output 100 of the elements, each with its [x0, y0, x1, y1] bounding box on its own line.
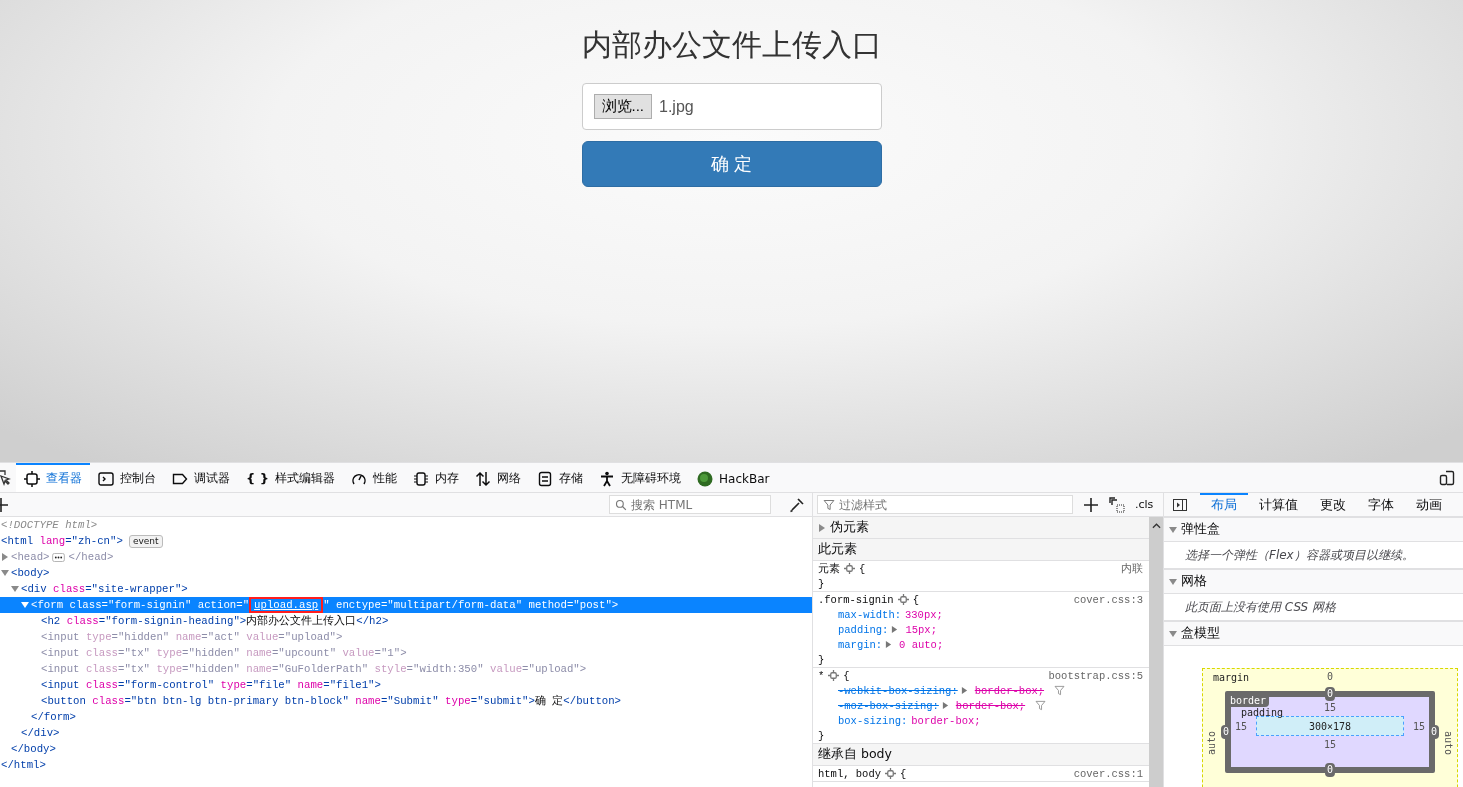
section-title[interactable]: 伪元素 [830, 519, 869, 536]
devtools-tab[interactable]: 网络 [467, 463, 530, 492]
devtools-tab[interactable]: 内存 [405, 463, 468, 492]
sidebar-tab[interactable]: 计算值 [1248, 493, 1309, 516]
box-value[interactable]: 15 [1323, 739, 1336, 750]
box-label: margin [1213, 672, 1250, 683]
add-rule-icon[interactable] [1083, 496, 1099, 513]
tree-row[interactable]: <button class="btn btn-lg btn-primary btn-block" name="Submit" type="submit">确 定</button> [0, 693, 812, 709]
sidebar-tab[interactable]: 更改 [1309, 493, 1357, 516]
element-picker-icon[interactable] [0, 469, 11, 486]
box-value[interactable]: 0 [1221, 725, 1232, 739]
dock-icon[interactable] [1439, 469, 1455, 486]
sidebar-toggle-icon[interactable] [1172, 496, 1188, 513]
section-title: 继承自 body [818, 746, 892, 763]
twisty-icon[interactable] [1169, 577, 1177, 586]
file-input[interactable]: 浏览... 1.jpg [581, 83, 882, 130]
property-name[interactable]: -moz-box-sizing: [838, 699, 939, 712]
twisty-icon[interactable] [818, 523, 826, 532]
property-name[interactable]: -webkit-box-sizing: [838, 684, 958, 697]
devtools-tab[interactable]: 性能 [343, 463, 406, 492]
gear-icon[interactable] [844, 563, 855, 574]
tree-row[interactable]: <body> [0, 565, 812, 581]
expand-icon[interactable] [891, 626, 899, 633]
class-toggle[interactable]: .cls [1135, 498, 1154, 511]
css-selector: html, body [818, 767, 881, 780]
property-value[interactable]: border-box; [974, 684, 1045, 697]
tree-row[interactable]: <html lang="zh-cn"> event [0, 533, 812, 549]
property-value[interactable]: 330px; [905, 608, 943, 621]
scroll-up-icon[interactable] [1151, 523, 1161, 529]
property-name[interactable]: box-sizing: [838, 714, 908, 727]
tree-row[interactable]: <head> </head> [0, 549, 812, 565]
ellipsis-icon[interactable] [52, 552, 66, 562]
eyedropper-icon[interactable] [789, 496, 805, 513]
box-value[interactable]: 15 [1234, 720, 1247, 732]
tree-row[interactable]: <input class="form-control" type="file" name="file1"> [0, 677, 812, 693]
devtools-tab[interactable]: 存储 [529, 463, 592, 492]
devtools-tab[interactable]: 控制台 [90, 463, 164, 492]
submit-button[interactable]: 确 定 [581, 141, 882, 187]
box-value[interactable]: 0 [1428, 725, 1439, 739]
scrollbar[interactable] [1149, 517, 1163, 787]
terminal-icon [98, 470, 114, 487]
tree-row[interactable]: <!DOCTYPE html> [0, 517, 812, 533]
devtools-tab[interactable]: { } 样式编辑器 [238, 463, 344, 492]
devtools-tab[interactable]: 查看器 [16, 463, 90, 492]
property-name[interactable]: margin: [838, 638, 883, 651]
twisty-icon[interactable] [21, 601, 29, 609]
tree-row[interactable]: <form class="form-signin" action=" upload.asp " enctype="multipart/form-data" method="post"> [0, 597, 812, 613]
expand-icon[interactable] [885, 641, 893, 648]
tree-row[interactable]: <input class="tx" type="hidden" name="GuFolderPath" style="width:350" value="upload"> [0, 661, 812, 677]
link[interactable]: upload.asp [249, 597, 324, 613]
file-name: 1.jpg [659, 97, 694, 116]
event-badge[interactable]: event [128, 534, 163, 548]
property-name[interactable]: padding: [838, 623, 889, 636]
devtools-tab[interactable]: 无障碍环境 [591, 463, 690, 492]
twisty-icon[interactable] [1169, 629, 1177, 638]
box-value[interactable]: 15 [1323, 702, 1336, 713]
expand-icon[interactable] [960, 687, 968, 694]
browse-button[interactable]: 浏览... [593, 94, 652, 119]
filter-field[interactable]: 过滤样式 [817, 495, 1073, 514]
funnel-icon[interactable] [1054, 685, 1066, 696]
property-name[interactable]: max-width: [838, 608, 901, 621]
box-value[interactable]: 0 [1325, 687, 1335, 701]
tree-row[interactable]: <h2 class="form-signin-heading">内部办公文件上传入口</h2> [0, 613, 812, 629]
sidebar-tab[interactable]: 字体 [1357, 493, 1405, 516]
twisty-icon[interactable] [1169, 525, 1177, 534]
expand-icon[interactable] [941, 702, 949, 709]
property-value[interactable]: border-box; [955, 699, 1026, 712]
tree-row[interactable]: <input type="hidden" name="act" value="upload"> [0, 629, 812, 645]
code-line: <button class="btn btn-lg btn-primary btn-block" name="Submit" type="submit">确 定</button> [41, 694, 622, 708]
gear-icon[interactable] [828, 670, 840, 681]
funnel-icon[interactable] [1035, 700, 1047, 711]
box-value[interactable]: auto [1443, 731, 1454, 756]
box-value[interactable]: 15 [1413, 720, 1426, 732]
source-link[interactable]: cover.css:1 [1073, 767, 1143, 780]
box-value[interactable]: auto [1206, 731, 1217, 756]
box-value[interactable]: 0 [1325, 763, 1335, 777]
twisty-icon[interactable] [11, 585, 19, 593]
gear-icon[interactable] [897, 594, 909, 605]
section-title[interactable]: 盒模型 [1181, 625, 1220, 642]
devtools-tab[interactable]: HackBar [689, 463, 778, 492]
box-value[interactable]: 0 [1327, 671, 1333, 682]
tree-row[interactable]: <input class="tx" type="hidden" name="upcount" value="1"> [0, 645, 812, 661]
tree-row[interactable]: <div class="site-wrapper"> [0, 581, 812, 597]
property-value[interactable]: border-box; [911, 714, 981, 727]
property-value[interactable]: 0 auto; [899, 638, 944, 651]
section-title[interactable]: 弹性盒 [1181, 521, 1220, 538]
gear-icon[interactable] [885, 768, 896, 779]
devtools-tab[interactable]: 调试器 [164, 463, 238, 492]
search-field[interactable]: 搜索 HTML [609, 495, 771, 514]
sidebar-tab[interactable]: 动画 [1405, 493, 1453, 516]
source-link[interactable]: 内联 [1121, 561, 1143, 576]
source-link[interactable]: bootstrap.css:5 [1048, 669, 1143, 682]
brace: { [843, 669, 850, 682]
print-simulation-icon[interactable] [1109, 496, 1125, 513]
code-line: </head> [68, 551, 114, 563]
twisty-icon[interactable] [1, 569, 9, 577]
property-value[interactable]: 15px; [905, 623, 937, 636]
twisty-icon[interactable] [1, 553, 9, 561]
section-title[interactable]: 网格 [1181, 573, 1207, 590]
source-link[interactable]: cover.css:3 [1073, 593, 1143, 606]
